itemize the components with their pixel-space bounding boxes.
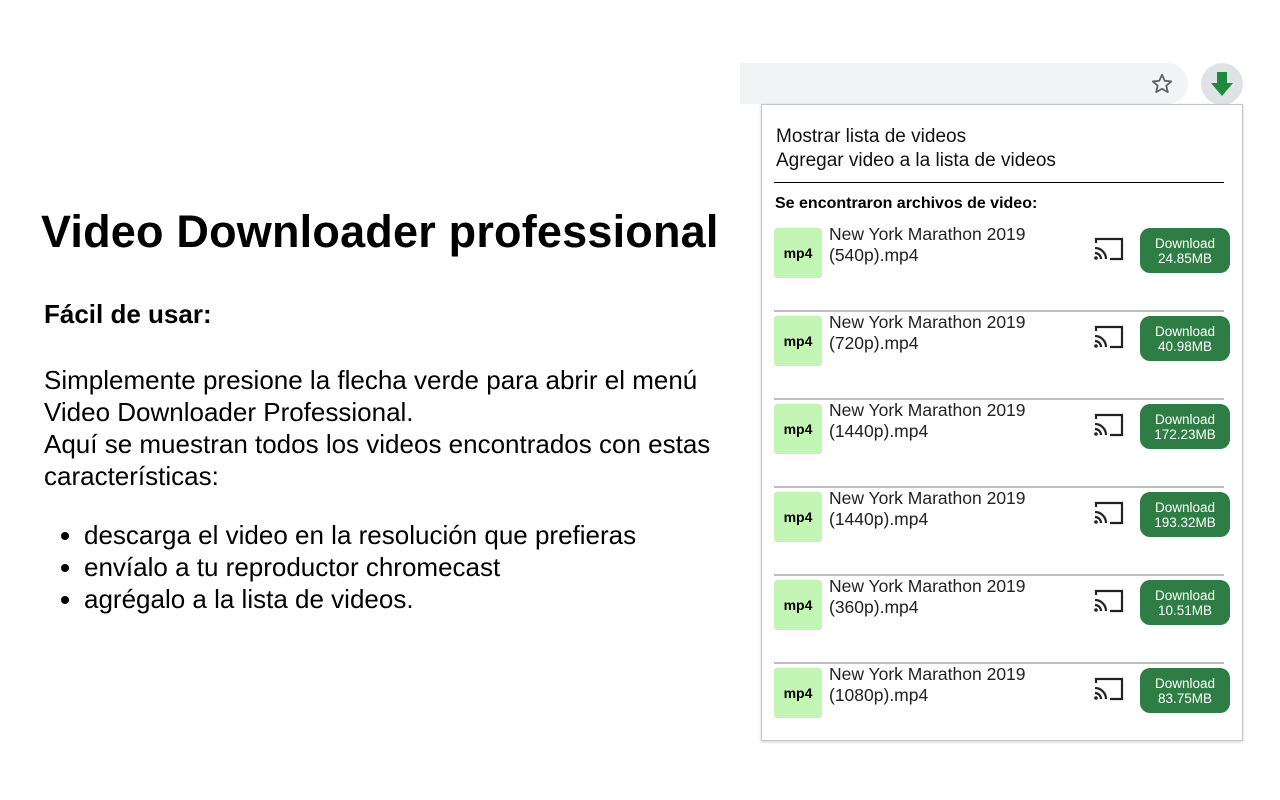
video-filename: New York Marathon 2019 (540p).mp4 — [829, 224, 1026, 265]
divider — [774, 182, 1224, 183]
download-label: Download — [1154, 499, 1216, 515]
green-down-arrow-icon — [1211, 72, 1233, 96]
download-button[interactable]: Download 193.32MB — [1140, 492, 1230, 537]
video-filename: New York Marathon 2019 (1440p).mp4 — [829, 488, 1026, 529]
downloader-popup: Mostrar lista de videos Agregar video a … — [761, 104, 1243, 741]
download-button[interactable]: Download 172.23MB — [1140, 404, 1230, 449]
file-size: 24.85MB — [1157, 250, 1213, 266]
cast-icon[interactable] — [1093, 500, 1125, 526]
cast-icon[interactable] — [1093, 676, 1125, 702]
menu-item-show-list[interactable]: Mostrar lista de videos — [776, 125, 1056, 149]
address-bar[interactable] — [740, 63, 1188, 104]
video-item: mp4 New York Marathon 2019 (720p).mp4 Do… — [774, 312, 1230, 400]
format-badge: mp4 — [774, 316, 822, 366]
download-button[interactable]: Download 83.75MB — [1140, 668, 1230, 713]
section-subtitle: Fácil de usar: — [44, 299, 212, 329]
video-list: mp4 New York Marathon 2019 (540p).mp4 Do… — [774, 224, 1230, 752]
download-button[interactable]: Download 40.98MB — [1140, 316, 1230, 361]
download-label: Download — [1154, 323, 1216, 339]
video-item: mp4 New York Marathon 2019 (540p).mp4 Do… — [774, 224, 1230, 312]
format-badge: mp4 — [774, 580, 822, 630]
video-item: mp4 New York Marathon 2019 (1080p).mp4 D… — [774, 664, 1230, 752]
found-videos-label: Se encontraron archivos de video: — [775, 195, 1038, 212]
page-title: Video Downloader professional — [41, 206, 719, 257]
cast-icon[interactable] — [1093, 324, 1125, 350]
cast-icon[interactable] — [1093, 588, 1125, 614]
file-size: 193.32MB — [1154, 514, 1216, 530]
file-size: 10.51MB — [1157, 602, 1213, 618]
download-label: Download — [1154, 235, 1216, 251]
star-outline-icon[interactable] — [1150, 72, 1174, 96]
video-filename: New York Marathon 2019 (1440p).mp4 — [829, 400, 1026, 441]
description-paragraph: Simplemente presione la flecha verde par… — [44, 365, 698, 427]
video-filename: New York Marathon 2019 (1080p).mp4 — [829, 664, 1026, 705]
download-label: Download — [1154, 675, 1216, 691]
description: Simplemente presione la flecha verde par… — [44, 364, 724, 492]
cast-icon[interactable] — [1093, 412, 1125, 438]
menu-item-add-to-list[interactable]: Agregar video a la lista de videos — [776, 149, 1056, 173]
download-button[interactable]: Download 24.85MB — [1140, 228, 1230, 273]
format-badge: mp4 — [774, 404, 822, 454]
popup-menu: Mostrar lista de videos Agregar video a … — [776, 125, 1056, 173]
video-filename: New York Marathon 2019 (360p).mp4 — [829, 576, 1026, 617]
format-badge: mp4 — [774, 228, 822, 278]
video-item: mp4 New York Marathon 2019 (1440p).mp4 D… — [774, 488, 1230, 576]
format-badge: mp4 — [774, 492, 822, 542]
extension-button[interactable] — [1201, 63, 1243, 105]
feature-item: descarga el video en la resolución que p… — [84, 519, 636, 551]
video-filename: New York Marathon 2019 (720p).mp4 — [829, 312, 1026, 353]
video-item: mp4 New York Marathon 2019 (360p).mp4 Do… — [774, 576, 1230, 664]
feature-item: agrégalo a la lista de videos. — [84, 583, 636, 615]
download-label: Download — [1154, 587, 1216, 603]
video-item: mp4 New York Marathon 2019 (1440p).mp4 D… — [774, 400, 1230, 488]
cast-icon[interactable] — [1093, 236, 1125, 262]
file-size: 40.98MB — [1157, 338, 1213, 354]
download-button[interactable]: Download 10.51MB — [1140, 580, 1230, 625]
file-size: 172.23MB — [1154, 426, 1216, 442]
file-size: 83.75MB — [1157, 690, 1213, 706]
description-paragraph: Aquí se muestran todos los videos encont… — [44, 429, 711, 491]
download-label: Download — [1154, 411, 1216, 427]
format-badge: mp4 — [774, 668, 822, 718]
feature-list: descarga el video en la resolución que p… — [44, 519, 636, 615]
feature-item: envíalo a tu reproductor chromecast — [84, 551, 636, 583]
